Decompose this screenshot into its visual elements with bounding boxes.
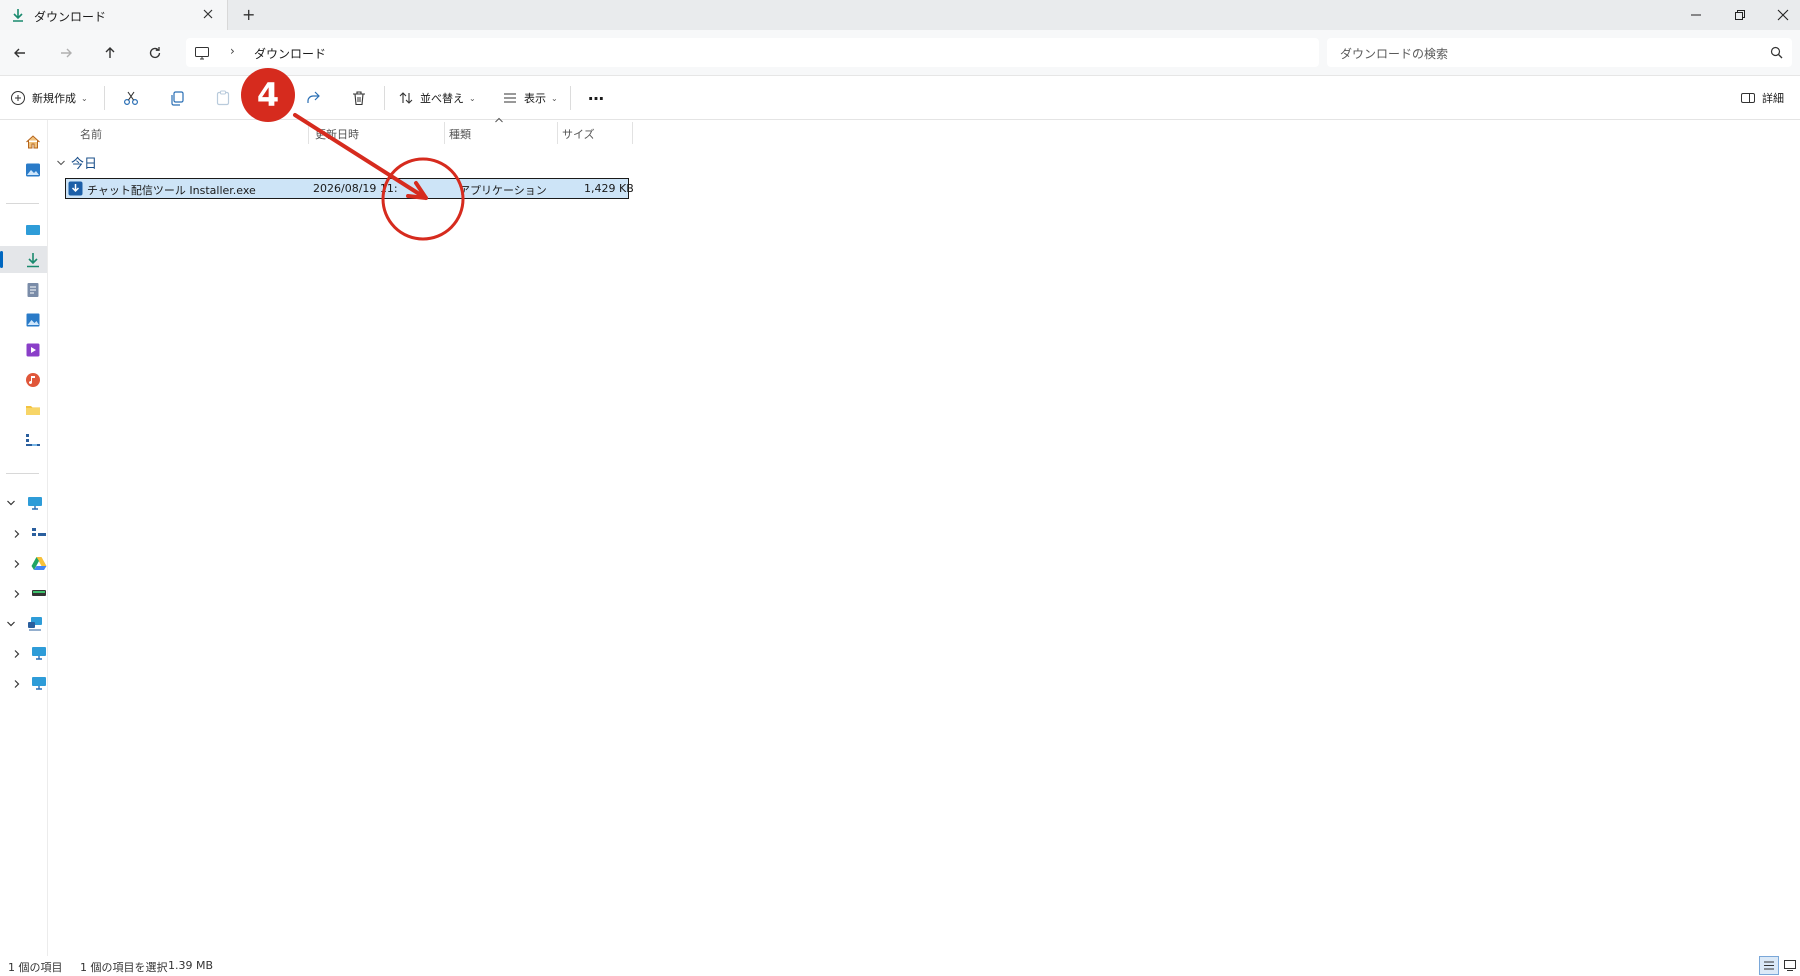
selected-count: 1 個の項目を選択 [80,961,168,974]
status-bar: 1 個の項目 1 個の項目を選択 1.39 MB [0,956,1800,976]
annotation-arrow-line [293,113,426,199]
item-count: 1 個の項目 [8,961,63,974]
step-number: 4 [256,76,280,114]
details-view-button[interactable] [1759,956,1779,975]
tiles-view-button[interactable] [1783,958,1797,972]
annotation-overlay [241,68,465,241]
selected-size: 1.39 MB [168,959,214,972]
